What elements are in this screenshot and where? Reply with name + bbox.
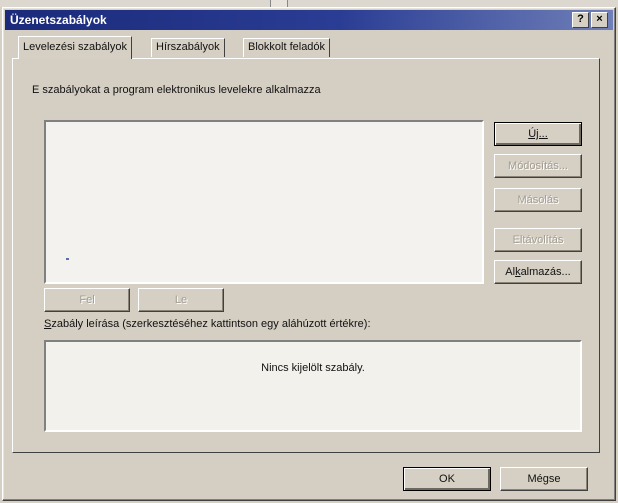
tab-news-rules[interactable]: Hírszabályok — [151, 38, 225, 57]
background-strip — [0, 0, 618, 7]
apply-label-post: almazás... — [520, 266, 571, 278]
move-up-button[interactable]: Fel — [44, 288, 130, 312]
tab-blocked-senders[interactable]: Blokkolt feladók — [243, 38, 331, 57]
copy-rule-button[interactable]: Másolás — [494, 188, 582, 212]
rule-description-box[interactable]: Nincs kijelölt szabály. — [44, 340, 582, 432]
list-artifact — [66, 258, 69, 260]
move-down-button[interactable]: Le — [138, 288, 224, 312]
no-selection-text: Nincs kijelölt szabály. — [261, 362, 365, 374]
apply-label-pre: Al — [505, 266, 516, 278]
rules-list[interactable] — [44, 120, 484, 284]
new-rule-label: Új... — [528, 128, 548, 140]
rule-description-text: zabály leírása (szerkesztéséhez kattints… — [51, 318, 371, 330]
new-rule-button[interactable]: Új... — [494, 122, 582, 146]
help-button[interactable]: ? — [572, 12, 589, 28]
title-bar: Üzenetszabályok ? × — [5, 10, 613, 30]
delete-rule-button[interactable]: Eltávolítás — [494, 228, 582, 252]
rule-description-label: Szabály leírása (szerkesztéséhez kattint… — [44, 318, 371, 330]
panel-description: E szabályokat a program elektronikus lev… — [32, 84, 321, 96]
dialog-title: Üzenetszabályok — [10, 13, 107, 27]
apply-rules-button[interactable]: Alkalmazás... — [494, 260, 582, 284]
cancel-button[interactable]: Mégse — [500, 467, 588, 491]
modify-rule-button[interactable]: Módosítás... — [494, 154, 582, 178]
close-button[interactable]: × — [591, 12, 608, 28]
tab-mail-rules[interactable]: Levelezési szabályok — [18, 36, 132, 59]
ok-button[interactable]: OK — [403, 467, 491, 491]
